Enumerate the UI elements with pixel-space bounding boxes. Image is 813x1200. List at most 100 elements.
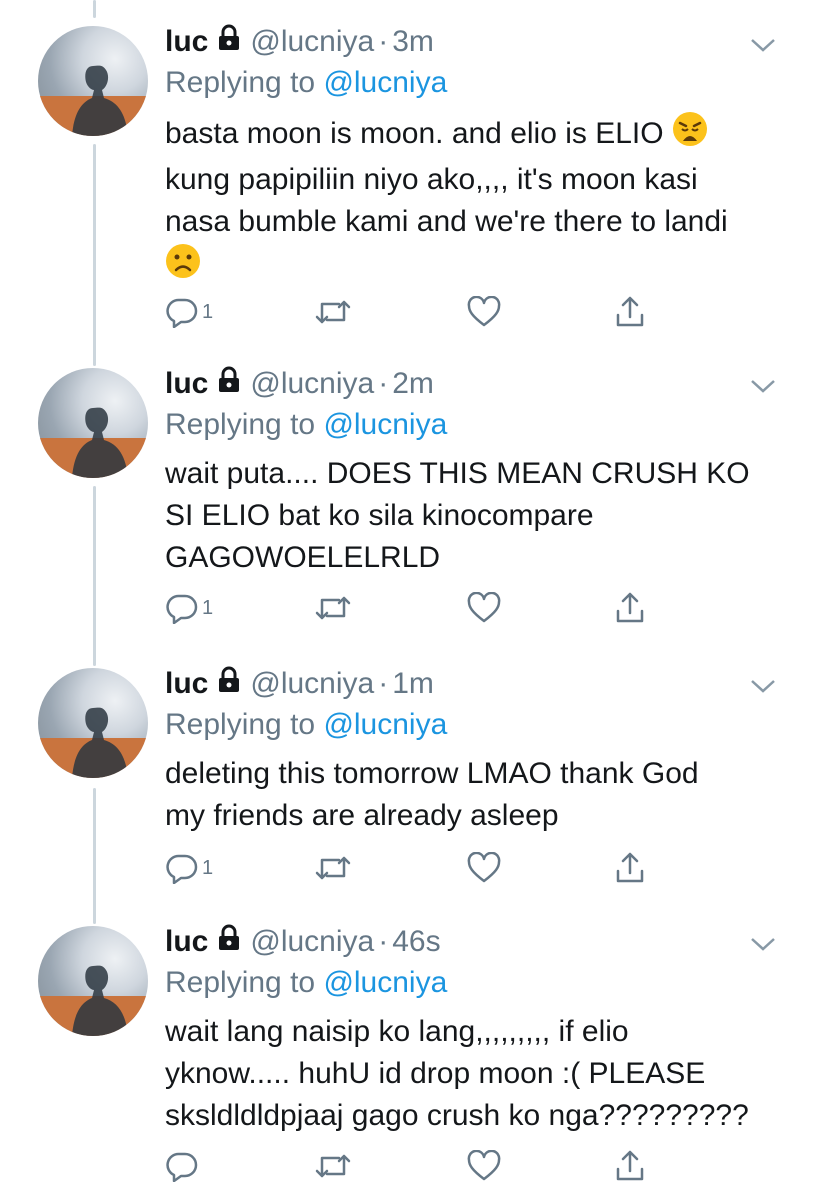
reply-count: 1 — [202, 596, 214, 619]
display-name[interactable]: luc — [165, 667, 208, 701]
separator-dot: · — [378, 367, 389, 400]
tweet-text: basta moon is moon. and elio is ELIO kun… — [165, 111, 785, 291]
tweet[interactable]: luc @lucniya · 3m Replying to @lucniya b… — [0, 0, 813, 350]
retweet-icon — [315, 1154, 351, 1178]
share-icon — [616, 592, 644, 623]
mention-link[interactable]: @lucniya — [323, 66, 447, 99]
mention-link[interactable]: @lucniya — [323, 708, 447, 741]
reply-count: 1 — [202, 300, 214, 323]
tweet[interactable]: luc @lucniya · 46s Replying to @lucniya … — [0, 910, 813, 1200]
timestamp[interactable]: 2m — [392, 367, 434, 401]
share-icon — [616, 296, 644, 327]
tweet-text: wait lang naisip ko lang,,,,,,,,, if eli… — [165, 1011, 785, 1137]
action-bar: 1 — [165, 294, 665, 330]
tweet-line: my friends are already asleep — [165, 799, 559, 832]
tweet-line: SI ELIO bat ko sila kinocompare — [165, 499, 594, 532]
tweet-line: deleting this tomorrow LMAO thank God — [165, 757, 699, 790]
share-button[interactable] — [613, 590, 647, 626]
like-icon — [467, 852, 501, 883]
handle[interactable]: @lucniya — [250, 25, 374, 59]
reply-icon — [166, 1152, 198, 1182]
replying-to: Replying to @lucniya — [165, 66, 447, 100]
avatar[interactable] — [38, 26, 148, 136]
reply-count: 1 — [202, 856, 214, 879]
share-button[interactable] — [613, 294, 647, 330]
like-icon — [467, 296, 501, 327]
handle[interactable]: @lucniya — [250, 925, 374, 959]
like-button[interactable] — [467, 590, 501, 626]
like-icon — [467, 1150, 501, 1181]
chevron-down-icon[interactable] — [748, 376, 778, 396]
replying-to: Replying to @lucniya — [165, 708, 447, 742]
tweet-line: wait puta.... DOES THIS MEAN CRUSH KO — [165, 457, 750, 490]
retweet-button[interactable] — [313, 850, 353, 886]
tweet-line: nasa bumble kami and we're there to land… — [165, 205, 728, 238]
replying-to-label: Replying to — [165, 966, 324, 999]
display-name[interactable]: luc — [165, 367, 208, 401]
tweet-line: wait lang naisip ko lang,,,,,,,,, if eli… — [165, 1015, 629, 1048]
tweet-header: luc @lucniya · 2m — [165, 364, 434, 404]
chevron-down-icon[interactable] — [748, 676, 778, 696]
replying-to-label: Replying to — [165, 408, 324, 441]
replying-to: Replying to @lucniya — [165, 966, 447, 1000]
like-button[interactable] — [467, 850, 501, 886]
lock-icon — [216, 924, 242, 960]
lock-icon — [216, 666, 242, 702]
tweet[interactable]: luc @lucniya · 2m Replying to @lucniya w… — [0, 352, 813, 652]
reply-button[interactable]: 1 — [165, 590, 213, 626]
action-bar: 1 — [165, 850, 665, 886]
tweet-line: yknow..... huhU id drop moon :( PLEASE — [165, 1057, 706, 1090]
like-button[interactable] — [467, 294, 501, 330]
share-button[interactable] — [613, 850, 647, 886]
mention-link[interactable]: @lucniya — [323, 408, 447, 441]
tweet-text: deleting this tomorrow LMAO thank God my… — [165, 753, 785, 837]
display-name[interactable]: luc — [165, 925, 208, 959]
tweet[interactable]: luc @lucniya · 1m Replying to @lucniya d… — [0, 652, 813, 910]
display-name[interactable]: luc — [165, 25, 208, 59]
reply-button[interactable] — [165, 1148, 202, 1184]
reply-button[interactable]: 1 — [165, 294, 213, 330]
like-icon — [467, 592, 501, 623]
weary-face-emoji — [672, 111, 708, 159]
timestamp[interactable]: 3m — [392, 25, 434, 59]
action-bar — [165, 1148, 665, 1184]
replying-to-label: Replying to — [165, 708, 324, 741]
handle[interactable]: @lucniya — [250, 667, 374, 701]
retweet-icon — [315, 300, 351, 324]
avatar[interactable] — [38, 926, 148, 1036]
replying-to-label: Replying to — [165, 66, 324, 99]
tweet-header: luc @lucniya · 3m — [165, 22, 434, 62]
timestamp[interactable]: 46s — [392, 925, 440, 959]
tweet-line: basta moon is moon. and elio is ELIO — [165, 116, 664, 150]
share-icon — [616, 1150, 644, 1181]
retweet-button[interactable] — [313, 590, 353, 626]
action-bar: 1 — [165, 590, 665, 626]
like-button[interactable] — [467, 1148, 501, 1184]
handle[interactable]: @lucniya — [250, 367, 374, 401]
retweet-button[interactable] — [313, 294, 353, 330]
avatar[interactable] — [38, 368, 148, 478]
mention-link[interactable]: @lucniya — [323, 966, 447, 999]
chevron-down-icon[interactable] — [748, 934, 778, 954]
tweet-header: luc @lucniya · 46s — [165, 922, 441, 962]
reply-icon — [166, 298, 198, 328]
separator-dot: · — [378, 667, 389, 700]
tweet-header: luc @lucniya · 1m — [165, 664, 434, 704]
tweet-line: kung papipiliin niyo ako,,,, it's moon k… — [165, 163, 698, 196]
share-icon — [616, 852, 644, 883]
separator-dot: · — [378, 925, 389, 958]
tweet-line: sksldldldpjaaj gago crush ko nga????????… — [165, 1099, 749, 1132]
retweet-icon — [315, 856, 351, 880]
tweet-text: wait puta.... DOES THIS MEAN CRUSH KO SI… — [165, 453, 785, 579]
retweet-icon — [315, 596, 351, 620]
chevron-down-icon[interactable] — [748, 35, 778, 55]
reply-button[interactable]: 1 — [165, 850, 213, 886]
avatar[interactable] — [38, 668, 148, 778]
slightly-frowning-face-emoji — [165, 243, 201, 291]
replying-to: Replying to @lucniya — [165, 408, 447, 442]
reply-icon — [166, 594, 198, 624]
separator-dot: · — [378, 25, 389, 58]
retweet-button[interactable] — [313, 1148, 353, 1184]
share-button[interactable] — [613, 1148, 647, 1184]
timestamp[interactable]: 1m — [392, 667, 434, 701]
